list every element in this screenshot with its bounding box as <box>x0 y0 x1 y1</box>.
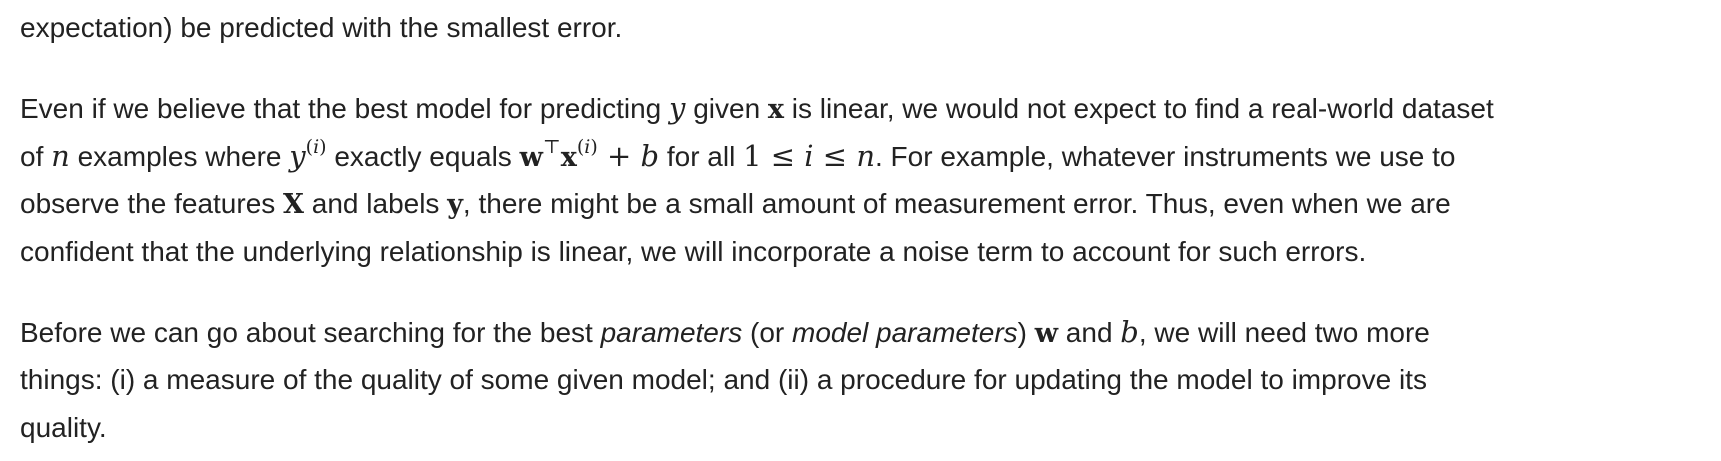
paragraph-3-line-1: Before we can go about searching for the… <box>20 308 1430 356</box>
paragraph-2-line-3: observe the features X and labels y, the… <box>20 180 1494 228</box>
math-i: i <box>804 139 814 173</box>
paragraph-2-line-2: of n examples where y(i) exactly equals … <box>20 132 1494 180</box>
math-y-bold: y <box>447 189 463 220</box>
text-run: Even if we believe that the best model f… <box>20 93 670 124</box>
math-x-bold: x <box>767 94 785 125</box>
text-run: . For example, whatever instruments we u… <box>875 141 1456 172</box>
math-b: b <box>1120 315 1139 349</box>
text-run: and labels <box>304 188 448 219</box>
math-w-bold: w <box>519 142 543 173</box>
math-plus: + <box>597 139 641 173</box>
text-run: and <box>1058 317 1121 348</box>
text-run: , we will need two more <box>1138 317 1430 348</box>
text-run: is linear, we would not expect to find a… <box>784 93 1494 124</box>
paragraph-2-line-4: confident that the underlying relationsh… <box>20 236 1367 267</box>
paragraph-3: Before we can go about searching for the… <box>20 308 1430 452</box>
math-superscript-i: (i) <box>576 136 598 158</box>
math-x-bold: x <box>560 142 577 173</box>
paragraph-3-line-2: things: (i) a measure of the quality of … <box>20 364 1427 395</box>
text-run: (or <box>742 317 792 348</box>
paragraph-2-line-1: Even if we believe that the best model f… <box>20 84 1494 132</box>
emphasis-parameters: parameters <box>600 317 743 348</box>
paragraph-2: Even if we believe that the best model f… <box>20 84 1494 276</box>
text-run: ) <box>1017 317 1035 348</box>
text-run: examples where <box>69 141 290 172</box>
paragraph-1-line-1: expectation) be predicted with the small… <box>20 12 623 43</box>
text-run: , there might be a small amount of measu… <box>462 188 1451 219</box>
text-run: for all <box>659 141 744 172</box>
paragraph-3-line-3: quality. <box>20 412 107 443</box>
emphasis-model-parameters: model parameters <box>792 317 1018 348</box>
text-run: observe the features <box>20 188 284 219</box>
math-transpose: ⊤ <box>542 136 561 158</box>
math-y: y <box>289 139 306 173</box>
math-w-bold: w <box>1034 318 1059 349</box>
text-run: Before we can go about searching for the… <box>20 317 601 348</box>
math-superscript-i: (i) <box>305 136 327 158</box>
math-y: y <box>669 91 686 125</box>
math-X-bold: X <box>283 189 304 220</box>
text-run: given <box>685 93 768 124</box>
math-n: n <box>856 139 875 173</box>
math-one-le: 1 ≤ <box>743 139 805 173</box>
math-le: ≤ <box>813 139 857 173</box>
paragraph-1: expectation) be predicted with the small… <box>20 4 622 52</box>
math-n: n <box>51 139 70 173</box>
math-b: b <box>640 139 660 173</box>
text-run: exactly equals <box>326 141 520 172</box>
text-run: of <box>20 141 52 172</box>
